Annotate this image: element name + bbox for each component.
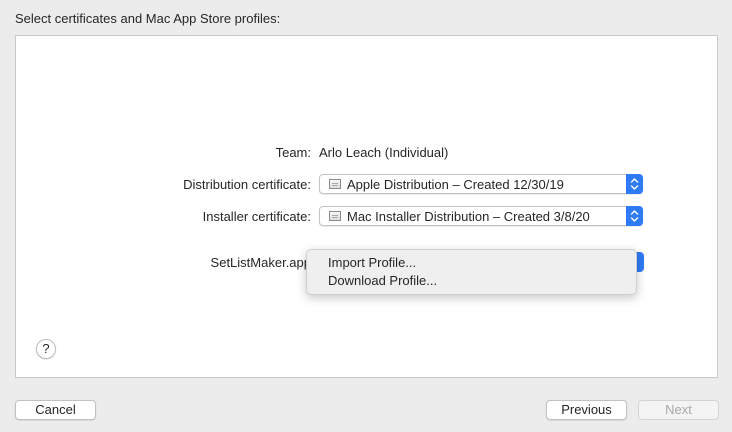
distribution-certificate-label: Distribution certificate: — [183, 177, 311, 192]
profile-menu: Import Profile... Download Profile... — [306, 249, 637, 295]
previous-button[interactable]: Previous — [546, 400, 627, 420]
menu-item-download-profile[interactable]: Download Profile... — [328, 273, 437, 288]
dialog-heading: Select certificates and Mac App Store pr… — [15, 11, 281, 26]
next-button[interactable]: Next — [638, 400, 719, 420]
certificate-icon — [329, 211, 341, 221]
profile-label: SetListMaker.app — [210, 255, 311, 270]
team-label: Team: — [275, 145, 311, 160]
up-down-chevron-icon — [626, 206, 643, 226]
up-down-chevron-icon — [626, 174, 643, 194]
team-value: Arlo Leach (Individual) — [319, 145, 449, 160]
cancel-button[interactable]: Cancel — [15, 400, 96, 420]
distribution-certificate-value: Apple Distribution – Created 12/30/19 — [347, 177, 564, 192]
menu-item-import-profile[interactable]: Import Profile... — [328, 255, 416, 270]
installer-certificate-popup[interactable]: Mac Installer Distribution – Created 3/8… — [319, 206, 643, 226]
installer-certificate-value: Mac Installer Distribution – Created 3/8… — [347, 209, 590, 224]
help-button[interactable]: ? — [36, 339, 56, 359]
certificate-icon — [329, 179, 341, 189]
installer-certificate-label: Installer certificate: — [202, 209, 311, 224]
distribution-certificate-popup[interactable]: Apple Distribution – Created 12/30/19 — [319, 174, 643, 194]
